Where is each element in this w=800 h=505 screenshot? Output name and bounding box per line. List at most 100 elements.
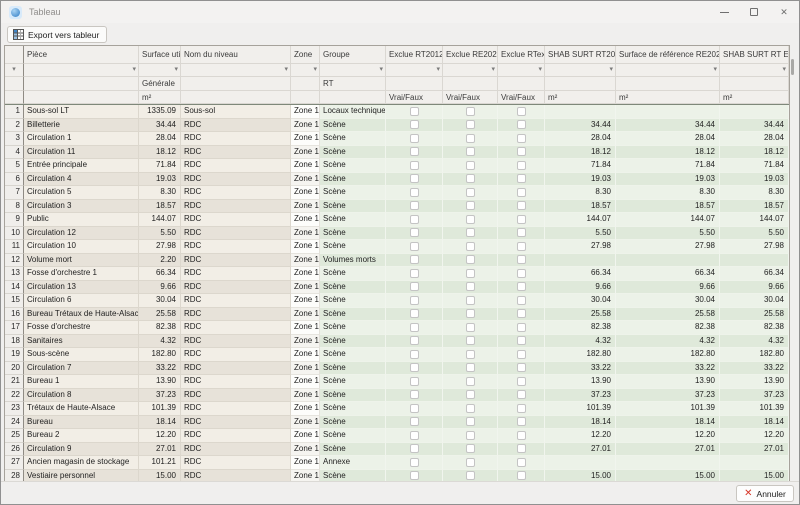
cell-shab-surt-rt2012[interactable]: 4.32 (545, 335, 616, 349)
cell-surface-utile[interactable]: 66.34 (139, 267, 181, 281)
cell-groupe[interactable]: Locaux techniques (320, 105, 386, 119)
checkbox-exclue-rtex[interactable] (517, 309, 526, 318)
column-header-2[interactable]: Surface utile (139, 46, 181, 64)
cell-nom-du-niveau[interactable]: RDC (181, 389, 291, 403)
cell-surface-reference-re2020[interactable]: 5.50 (616, 227, 720, 241)
cell-piece[interactable]: Circulation 12 (24, 227, 139, 241)
checkbox-exclue-rt2012[interactable] (410, 431, 419, 440)
cell-shab-surt-rt2012[interactable]: 18.57 (545, 200, 616, 214)
cell-nom-du-niveau[interactable]: RDC (181, 227, 291, 241)
column-header-3[interactable]: Nom du niveau (181, 46, 291, 64)
cell-surface-reference-re2020[interactable]: 82.38 (616, 321, 720, 335)
row-number[interactable]: 12 (5, 254, 24, 268)
maximize-button[interactable] (739, 1, 769, 23)
cell-shab-surt-rt2012[interactable]: 19.03 (545, 173, 616, 187)
cell-shab-surt-rt2012[interactable]: 18.14 (545, 416, 616, 430)
cell-surface-utile[interactable]: 101.39 (139, 402, 181, 416)
cell-surface-utile[interactable]: 34.44 (139, 119, 181, 133)
checkbox-exclue-re2020[interactable] (466, 201, 475, 210)
cell-shab-surt-rt2012[interactable] (545, 254, 616, 268)
cell-shab-surt-rt2012[interactable]: 27.98 (545, 240, 616, 254)
cell-shab-surt-rt2012[interactable]: 25.58 (545, 308, 616, 322)
checkbox-exclue-rtex[interactable] (517, 282, 526, 291)
row-number[interactable]: 23 (5, 402, 24, 416)
row-number[interactable]: 2 (5, 119, 24, 133)
checkbox-exclue-rt2012[interactable] (410, 350, 419, 359)
cell-nom-du-niveau[interactable]: Sous-sol (181, 105, 291, 119)
cell-nom-du-niveau[interactable]: RDC (181, 200, 291, 214)
cell-surface-reference-re2020[interactable]: 12.20 (616, 429, 720, 443)
cell-surface-utile[interactable]: 101.21 (139, 456, 181, 470)
row-number-header[interactable] (5, 46, 24, 64)
checkbox-exclue-re2020[interactable] (466, 174, 475, 183)
cell-shab-surt-rt-ex[interactable]: 28.04 (720, 132, 789, 146)
checkbox-exclue-re2020[interactable] (466, 161, 475, 170)
row-number[interactable]: 7 (5, 186, 24, 200)
cell-zone[interactable]: Zone 1 (291, 362, 320, 376)
cell-surface-reference-re2020[interactable]: 27.98 (616, 240, 720, 254)
cell-groupe[interactable]: Scène (320, 335, 386, 349)
cell-shab-surt-rt-ex[interactable]: 12.20 (720, 429, 789, 443)
checkbox-exclue-rtex[interactable] (517, 174, 526, 183)
checkbox-exclue-rt2012[interactable] (410, 134, 419, 143)
cell-nom-du-niveau[interactable]: RDC (181, 132, 291, 146)
checkbox-exclue-rtex[interactable] (517, 444, 526, 453)
row-number[interactable]: 19 (5, 348, 24, 362)
close-button[interactable]: ✕ (769, 1, 799, 23)
scrollbar-thumb[interactable] (791, 59, 794, 75)
cell-groupe[interactable]: Volumes morts (320, 254, 386, 268)
checkbox-exclue-rt2012[interactable] (410, 471, 419, 480)
cancel-button[interactable]: ✕ Annuler (736, 485, 794, 502)
cell-piece[interactable]: Entrée principale (24, 159, 139, 173)
cell-piece[interactable]: Circulation 6 (24, 294, 139, 308)
cell-zone[interactable]: Zone 1 (291, 429, 320, 443)
cell-surface-utile[interactable]: 82.38 (139, 321, 181, 335)
cell-surface-utile[interactable]: 13.90 (139, 375, 181, 389)
cell-shab-surt-rt-ex[interactable]: 25.58 (720, 308, 789, 322)
cell-nom-du-niveau[interactable]: RDC (181, 173, 291, 187)
cell-nom-du-niveau[interactable]: RDC (181, 281, 291, 295)
cell-shab-surt-rt2012[interactable] (545, 456, 616, 470)
cell-nom-du-niveau[interactable]: RDC (181, 186, 291, 200)
checkbox-exclue-rtex[interactable] (517, 188, 526, 197)
cell-zone[interactable]: Zone 1 (291, 375, 320, 389)
cell-shab-surt-rt2012[interactable]: 5.50 (545, 227, 616, 241)
cell-piece[interactable]: Sanitaires (24, 335, 139, 349)
filter-dropdown-icon[interactable]: ▾ (284, 64, 290, 76)
cell-groupe[interactable]: Scène (320, 348, 386, 362)
cell-surface-reference-re2020[interactable]: 4.32 (616, 335, 720, 349)
cell-surface-utile[interactable]: 27.01 (139, 443, 181, 457)
cell-shab-surt-rt2012[interactable]: 33.22 (545, 362, 616, 376)
cell-shab-surt-rt-ex[interactable]: 18.14 (720, 416, 789, 430)
checkbox-exclue-rt2012[interactable] (410, 228, 419, 237)
cell-surface-reference-re2020[interactable]: 28.04 (616, 132, 720, 146)
cell-surface-reference-re2020[interactable]: 9.66 (616, 281, 720, 295)
column-header-10[interactable]: Surface de référence RE2020 (616, 46, 720, 64)
cell-groupe[interactable]: Scène (320, 240, 386, 254)
cell-surface-reference-re2020[interactable]: 13.90 (616, 375, 720, 389)
cell-groupe[interactable]: Scène (320, 294, 386, 308)
checkbox-exclue-re2020[interactable] (466, 120, 475, 129)
cell-shab-surt-rt-ex[interactable]: 18.57 (720, 200, 789, 214)
row-number[interactable]: 5 (5, 159, 24, 173)
checkbox-exclue-re2020[interactable] (466, 323, 475, 332)
cell-nom-du-niveau[interactable]: RDC (181, 159, 291, 173)
checkbox-exclue-rt2012[interactable] (410, 161, 419, 170)
checkbox-exclue-rtex[interactable] (517, 242, 526, 251)
filter-dropdown-icon[interactable]: ▾ (538, 64, 544, 76)
cell-shab-surt-rt2012[interactable] (545, 105, 616, 119)
cell-shab-surt-rt2012[interactable]: 18.12 (545, 146, 616, 160)
cell-zone[interactable]: Zone 1 (291, 159, 320, 173)
cell-shab-surt-rt-ex[interactable]: 144.07 (720, 213, 789, 227)
column-header-5[interactable]: Groupe (320, 46, 386, 64)
cell-piece[interactable]: Billetterie (24, 119, 139, 133)
cell-groupe[interactable]: Scène (320, 119, 386, 133)
checkbox-exclue-rt2012[interactable] (410, 390, 419, 399)
filter-dropdown-icon[interactable]: ▾ (436, 64, 442, 76)
cell-nom-du-niveau[interactable]: RDC (181, 456, 291, 470)
cell-piece[interactable]: Fosse d'orchestre 1 (24, 267, 139, 281)
cell-shab-surt-rt2012[interactable]: 71.84 (545, 159, 616, 173)
cell-piece[interactable]: Fosse d'orchestre (24, 321, 139, 335)
row-number[interactable]: 1 (5, 105, 24, 119)
cell-surface-reference-re2020[interactable]: 18.12 (616, 146, 720, 160)
